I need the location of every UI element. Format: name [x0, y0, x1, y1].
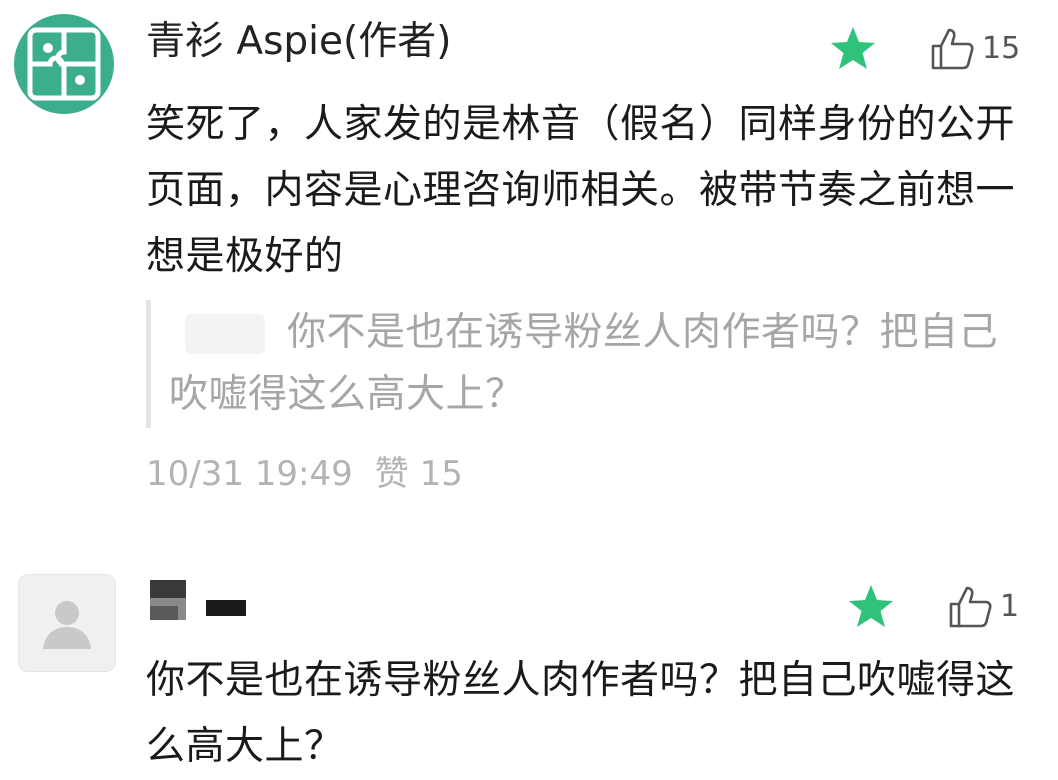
- featured-star-icon: [849, 585, 893, 627]
- like-count: 15: [982, 31, 1021, 66]
- default-user-icon: [43, 601, 91, 649]
- avatar[interactable]: [14, 14, 114, 114]
- thumbs-up-icon: [931, 28, 974, 70]
- comment-meta: 10/31 19:49 赞 15: [146, 448, 485, 500]
- comment-item-author: 青衫 Aspie(作者) 15 笑死了，人家发的是林音（假名）同样身份的公开页面…: [0, 0, 1058, 520]
- featured-star-icon: [831, 27, 875, 69]
- thumbs-up-icon: [949, 586, 992, 628]
- redacted-username: [150, 580, 246, 620]
- comment-text: 你不是也在诱导粉丝人肉作者吗？把自己吹嘘得这么高大上？: [146, 658, 1016, 769]
- likes-text: 赞 15: [374, 454, 463, 494]
- like-button[interactable]: 1: [946, 582, 1019, 632]
- puzzle-icon: [27, 27, 101, 101]
- comment-timestamp: 10/31 19:49: [146, 454, 353, 494]
- author-name[interactable]: 青衫 Aspie(作者): [146, 14, 451, 70]
- like-count: 1: [1000, 589, 1020, 624]
- quote-text: 你不是也在诱导粉丝人肉作者吗？把自己吹嘘得这么高大上？: [169, 310, 999, 417]
- comment-item: 1 你不是也在诱导粉丝人肉作者吗？把自己吹嘘得这么高大上？: [0, 560, 1058, 773]
- avatar[interactable]: [18, 574, 116, 672]
- like-button[interactable]: 15: [928, 24, 1020, 74]
- comment-text: 笑死了，人家发的是林音（假名）同样身份的公开页面，内容是心理咨询师相关。被带节奏…: [146, 102, 1016, 279]
- quoted-comment: 你不是也在诱导粉丝人肉作者吗？把自己吹嘘得这么高大上？: [146, 300, 1031, 428]
